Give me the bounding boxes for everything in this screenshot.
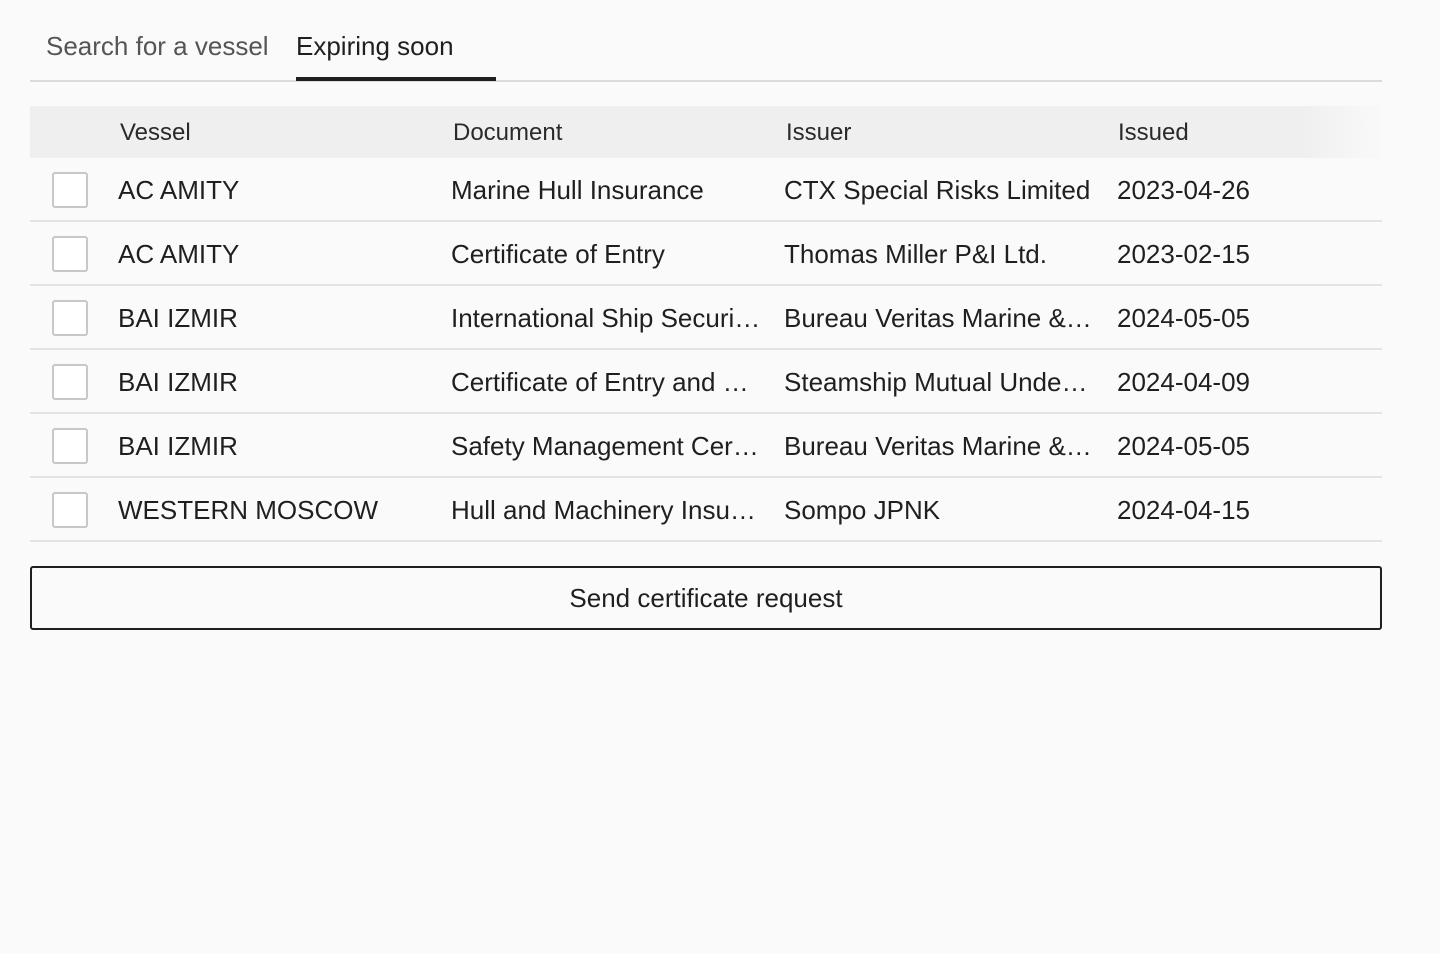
tab-expiring-soon[interactable]: Expiring soon [296,28,496,82]
row-checkbox[interactable] [52,300,88,336]
issuer-cell: Steamship Mutual Unde… [784,367,1088,397]
table-row[interactable]: BAI IZMIR Safety Management Cer… Bureau … [30,414,1382,478]
table-row[interactable]: BAI IZMIR International Ship Securi… Bur… [30,286,1382,350]
vessel-cell: AC AMITY [118,175,240,205]
document-cell: Safety Management Cer… [451,431,759,461]
column-header-document[interactable]: Document [453,118,562,148]
column-header-vessel[interactable]: Vessel [120,118,191,148]
vessel-cell: BAI IZMIR [118,431,238,461]
issuer-cell: Sompo JPNK [784,495,941,525]
issued-date-cell: 2023-04-26 [1117,175,1250,205]
issued-date-cell: 2024-05-05 [1117,431,1250,461]
table-row[interactable]: WESTERN MOSCOW Hull and Machinery Insu… … [30,478,1382,542]
table-row[interactable]: BAI IZMIR Certificate of Entry and … Ste… [30,350,1382,414]
vessel-cell: AC AMITY [118,239,240,269]
document-cell: Certificate of Entry and … [451,367,749,397]
certificates-table: Vessel Document Issuer Issued AC AMITY M… [30,106,1382,542]
send-certificate-request-button[interactable]: Send certificate request [30,566,1382,630]
row-checkbox[interactable] [52,428,88,464]
issued-date-cell: 2023-02-15 [1117,239,1250,269]
document-cell: Hull and Machinery Insu… [451,495,756,525]
issued-date-cell: 2024-04-15 [1117,495,1250,525]
issued-date-cell: 2024-04-09 [1117,367,1250,397]
issuer-cell: Thomas Miller P&I Ltd. [784,239,1047,269]
issued-date-cell: 2024-05-05 [1117,303,1250,333]
document-cell: Marine Hull Insurance [451,175,704,205]
vessel-cell: BAI IZMIR [118,367,238,397]
tab-search-vessel[interactable]: Search for a vessel [46,28,269,82]
row-checkbox[interactable] [52,172,88,208]
row-checkbox[interactable] [52,364,88,400]
table-row[interactable]: AC AMITY Marine Hull Insurance CTX Speci… [30,158,1382,222]
active-tab-indicator [296,77,496,81]
issuer-cell: CTX Special Risks Limited [784,175,1091,205]
column-header-issuer[interactable]: Issuer [786,118,851,148]
issuer-cell: Bureau Veritas Marine &… [784,303,1092,333]
row-checkbox[interactable] [52,236,88,272]
vessel-cell: BAI IZMIR [118,303,238,333]
expiring-certificates-panel: Search for a vessel Expiring soon Vessel… [30,0,1382,630]
table-header: Vessel Document Issuer Issued [30,106,1382,158]
document-cell: Certificate of Entry [451,239,665,269]
table-row[interactable]: AC AMITY Certificate of Entry Thomas Mil… [30,222,1382,286]
row-checkbox[interactable] [52,492,88,528]
vessel-cell: WESTERN MOSCOW [118,495,378,525]
issuer-cell: Bureau Veritas Marine &… [784,431,1092,461]
document-cell: International Ship Securi… [451,303,761,333]
tab-bar: Search for a vessel Expiring soon [30,0,1382,82]
column-header-issued[interactable]: Issued [1118,118,1189,148]
